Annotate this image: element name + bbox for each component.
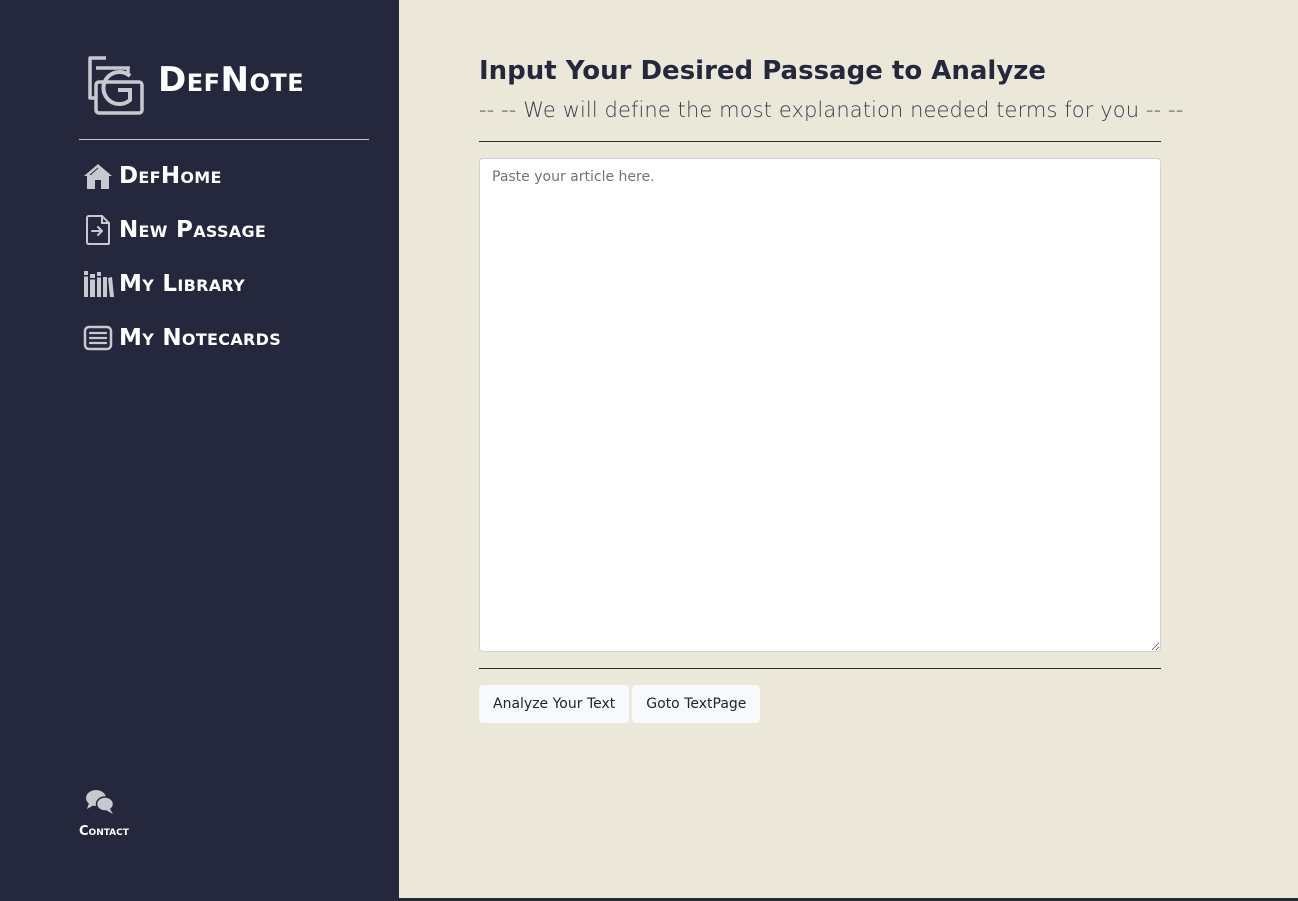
books-icon [83,268,115,300]
sidebar-item-label: My Notecards [119,325,282,351]
sidebar-item-my-library[interactable]: My Library [83,266,281,302]
article-textarea[interactable] [479,158,1161,652]
file-import-icon [83,214,115,246]
sidebar-nav: DefHome New Passage My Library My Noteca… [83,158,281,374]
goto-textpage-button[interactable]: Goto TextPage [632,685,761,723]
action-buttons: Analyze Your Text Goto TextPage [479,685,763,723]
defnote-logo-icon [86,54,146,116]
sidebar-item-defhome[interactable]: DefHome [83,158,281,194]
contact-link[interactable]: Contact [79,788,129,839]
home-icon [83,160,115,192]
sidebar-item-new-passage[interactable]: New Passage [83,212,281,248]
sidebar-divider [79,139,369,140]
brand[interactable]: DefNote [86,54,304,116]
sidebar-item-label: My Library [119,271,246,297]
sidebar-item-label: DefHome [119,163,222,189]
contact-label: Contact [79,824,129,839]
sidebar-item-my-notecards[interactable]: My Notecards [83,320,281,356]
notecard-icon [83,322,115,354]
page-subtitle: -- -- We will define the most explanatio… [479,98,1184,122]
divider-bottom [479,668,1161,669]
divider-top [479,141,1161,142]
brand-name: DefNote [158,60,305,100]
sidebar-item-label: New Passage [119,217,267,243]
analyze-text-button[interactable]: Analyze Your Text [479,685,630,723]
sidebar: DefNote DefHome New Passage My Library M… [0,0,399,898]
chat-bubbles-icon [85,788,115,820]
page-title: Input Your Desired Passage to Analyze [479,56,1047,86]
